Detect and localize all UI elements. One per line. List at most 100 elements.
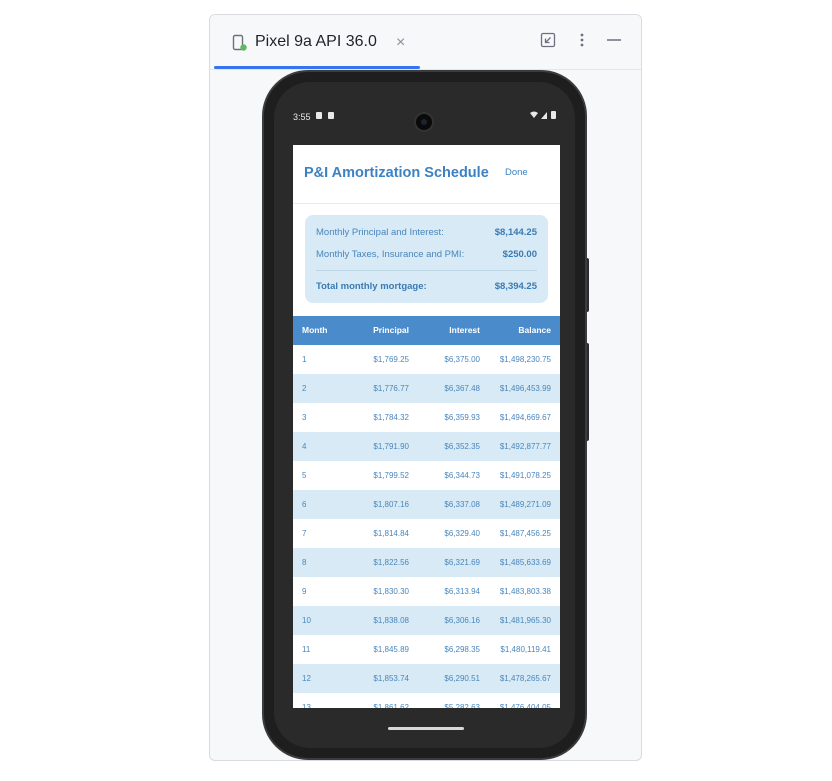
table-cell: $1,487,456.25 [499, 529, 551, 538]
table-cell: $1,776.77 [373, 384, 409, 393]
table-cell: $1,799.52 [373, 471, 409, 480]
sheet-title: P&I Amortization Schedule [304, 165, 489, 181]
table-cell: 7 [302, 529, 307, 538]
table-row: 2 $1,776.77 $6,367.48 $1,496,453.99 [293, 374, 560, 403]
table-cell: 3 [302, 413, 307, 422]
table-row: 4 $1,791.90 $6,352.35 $1,492,877.77 [293, 432, 560, 461]
home-indicator[interactable] [388, 727, 464, 730]
table-cell: 5 [302, 471, 307, 480]
table-cell: $1,476,404.05 [499, 703, 551, 708]
table-cell: 4 [302, 442, 307, 451]
summary-value: $250.00 [502, 249, 537, 260]
table-header: Month Principal Interest Balance [293, 316, 560, 345]
table-cell: $5,282.63 [444, 703, 480, 708]
close-icon[interactable]: × [396, 34, 405, 52]
table-cell: $6,352.35 [444, 442, 480, 451]
table-cell: $6,337.08 [444, 500, 480, 509]
header-interest: Interest [449, 325, 480, 335]
table-row: 5 $1,799.52 $6,344.73 $1,491,078.25 [293, 461, 560, 490]
header-month: Month [302, 325, 328, 335]
table-cell: $6,306.16 [444, 616, 480, 625]
phone-frame: 3:55 P&I Amortization Schedule Done Mont… [262, 70, 587, 760]
app-screen: P&I Amortization Schedule Done Monthly P… [293, 145, 560, 708]
table-cell: $6,344.73 [444, 471, 480, 480]
table-cell: $1,830.30 [373, 587, 409, 596]
table-cell: $1,481,965.30 [499, 616, 551, 625]
table-row: 1 $1,769.25 $6,375.00 $1,498,230.75 [293, 345, 560, 374]
table-cell: 11 [302, 645, 311, 654]
table-cell: $1,838.08 [373, 616, 409, 625]
table-cell: $1,492,877.77 [499, 442, 551, 451]
done-button[interactable]: Done [505, 167, 528, 178]
table-row: 3 $1,784.32 $6,359.93 $1,494,669.67 [293, 403, 560, 432]
table-cell: $1,480,119.41 [500, 645, 551, 654]
table-cell: 12 [302, 674, 311, 683]
table-cell: $1,494,669.67 [499, 413, 551, 422]
table-cell: 1 [302, 355, 307, 364]
tab-active-indicator [214, 66, 420, 69]
table-row: 8 $1,822.56 $6,321.69 $1,485,633.69 [293, 548, 560, 577]
table-cell: 6 [302, 500, 307, 509]
table-cell: $6,290.51 [444, 674, 480, 683]
tab-device[interactable]: Pixel 9a API 36.0 × [212, 15, 420, 69]
table-cell: $6,321.69 [444, 558, 480, 567]
table-cell: $1,489,271.09 [499, 500, 551, 509]
summary-divider [316, 270, 537, 271]
table-cell: $1,845.89 [373, 645, 409, 654]
table-cell: $6,367.48 [444, 384, 480, 393]
phone-display: 3:55 P&I Amortization Schedule Done Mont… [274, 82, 575, 748]
tab-bar: Pixel 9a API 36.0 × [210, 15, 641, 70]
camera-icon [414, 112, 434, 132]
notification-icons [316, 111, 336, 122]
sheet-header: P&I Amortization Schedule Done [293, 145, 560, 204]
summary-value: $8,144.25 [494, 227, 537, 238]
table-row: 13 $1,861.62 $5,282.63 $1,476,404.05 [293, 693, 560, 708]
header-principal: Principal [373, 325, 409, 335]
summary-label: Monthly Principal and Interest: [316, 227, 444, 238]
summary-value: $8,394.25 [494, 281, 537, 292]
collapse-icon[interactable] [538, 32, 558, 52]
table-cell: $1,483,803.38 [499, 587, 551, 596]
table-cell: $6,313.94 [444, 587, 480, 596]
table-cell: $1,491,078.25 [499, 471, 551, 480]
status-time: 3:55 [293, 112, 311, 122]
tab-title: Pixel 9a API 36.0 [255, 33, 377, 50]
table-cell: $1,853.74 [373, 674, 409, 683]
table-cell: $1,791.90 [373, 442, 409, 451]
summary-row-pi: Monthly Principal and Interest: $8,144.2… [316, 227, 537, 238]
summary-label: Total monthly mortgage: [316, 281, 427, 292]
minimize-icon[interactable] [604, 32, 624, 52]
device-icon [232, 34, 248, 52]
table-cell: 2 [302, 384, 307, 393]
table-cell: $6,359.93 [444, 413, 480, 422]
table-cell: 13 [302, 703, 311, 708]
table-cell: 10 [302, 616, 311, 625]
table-cell: $6,298.35 [444, 645, 480, 654]
table-cell: $1,496,453.99 [499, 384, 551, 393]
summary-row-taxes: Monthly Taxes, Insurance and PMI: $250.0… [316, 249, 537, 260]
table-cell: $1,498,230.75 [499, 355, 551, 364]
header-balance: Balance [518, 325, 551, 335]
table-cell: $6,329.40 [444, 529, 480, 538]
table-cell: $1,861.62 [373, 703, 409, 708]
payment-summary-card: Monthly Principal and Interest: $8,144.2… [305, 215, 548, 303]
summary-row-total: Total monthly mortgage: $8,394.25 [316, 281, 537, 292]
table-cell: $1,769.25 [373, 355, 409, 364]
status-icons-right [529, 110, 557, 123]
table-cell: $1,784.32 [373, 413, 409, 422]
table-cell: 8 [302, 558, 307, 567]
table-row: 11 $1,845.89 $6,298.35 $1,480,119.41 [293, 635, 560, 664]
table-cell: $1,814.84 [373, 529, 409, 538]
more-vert-icon[interactable] [572, 32, 592, 52]
summary-label: Monthly Taxes, Insurance and PMI: [316, 249, 465, 260]
table-cell: $1,485,633.69 [499, 558, 551, 567]
table-row: 10 $1,838.08 $6,306.16 $1,481,965.30 [293, 606, 560, 635]
table-cell: $1,478,265.67 [499, 674, 551, 683]
table-row: 6 $1,807.16 $6,337.08 $1,489,271.09 [293, 490, 560, 519]
table-row: 12 $1,853.74 $6,290.51 $1,478,265.67 [293, 664, 560, 693]
table-row: 7 $1,814.84 $6,329.40 $1,487,456.25 [293, 519, 560, 548]
table-cell: $6,375.00 [444, 355, 480, 364]
table-cell: $1,807.16 [373, 500, 409, 509]
table-cell: 9 [302, 587, 307, 596]
table-row: 9 $1,830.30 $6,313.94 $1,483,803.38 [293, 577, 560, 606]
